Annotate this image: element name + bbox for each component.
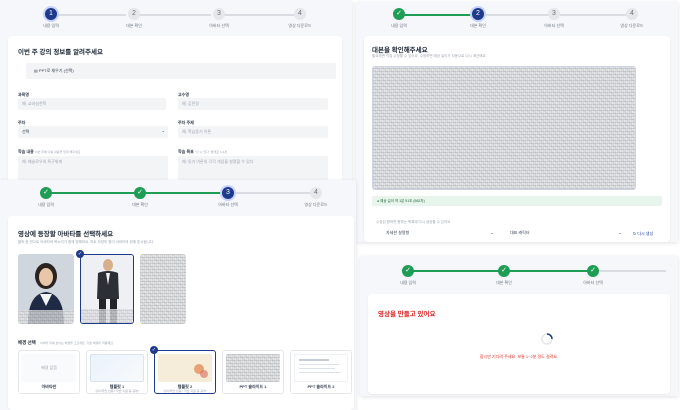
step-4: 4 영상 다운로드 — [288, 8, 312, 28]
chevron-down-icon: ⌄ — [490, 230, 494, 235]
chevron-down-icon: ⌄ — [161, 128, 165, 133]
step-3: ✓ 아바타 선택 — [583, 265, 603, 285]
stepper: ✓ 내용 입력 2 대본 확인 3 아바타 선택 4 영상 다운로드 — [356, 2, 678, 30]
step-2: 2 대본 확인 — [126, 8, 142, 28]
step-4: 4 영상 다운로드 — [304, 187, 328, 207]
avatar-card: 영상에 등장할 아바타를 선택하세요 클릭 한 번으로 아바타와 목소리가 함께… — [8, 216, 354, 410]
step-2: ✓ 대본 확인 — [496, 265, 512, 285]
avatar-panel: ✓ 내용 입력 ✓ 대본 확인 3 아바타 선택 4 영상 다운로드 영상에 등장할 아… — [0, 180, 356, 410]
script-textarea[interactable] — [372, 66, 636, 190]
ppt-slide-1-thumb — [226, 354, 280, 382]
step-3: 3 아바타 선택 — [218, 187, 238, 207]
avatar-option-1[interactable] — [18, 254, 74, 324]
stepper: ✓ 내용 입력 ✓ 대본 확인 ✓ 아바타 선택 — [360, 256, 678, 290]
step-2: 2 대본 확인 — [470, 8, 486, 28]
content-hint: 이번 주에 다룰 내용을 입력 해주세요 — [34, 150, 81, 154]
goal-label: 학습 목표 "할 수 있다" 형태로 1-3개 — [178, 149, 227, 154]
info-icon: ● — [377, 199, 380, 203]
goal-hint: "할 수 있다" 형태로 1-3개 — [194, 150, 227, 154]
bg-option-ppt-2[interactable]: PPT 슬라이드 2 — [290, 350, 352, 394]
stepper: ✓ 내용 입력 ✓ 대본 확인 3 아바타 선택 4 영상 다운로드 — [0, 180, 356, 212]
step-2: ✓ 대본 확인 — [132, 187, 148, 207]
instructor-input[interactable]: 예: 김민정 — [178, 98, 328, 110]
regenerate-button[interactable]: ↻ 다시 생성 — [626, 229, 660, 239]
progress-title: 영상을 만들고 있어요 — [378, 311, 436, 318]
bg-option-template-2[interactable]: 템플릿 2 강의/학습 반응 / 학습 지원 중 공부/ — [154, 350, 216, 394]
step-3: 3 아바타 선택 — [544, 8, 564, 28]
bg-hint: 아바타 뒤에 보이는 배경을 고르세요. 기본 배경이 적용돼요 — [40, 341, 113, 345]
avatar-option-3[interactable] — [140, 254, 186, 324]
template-1-thumb — [90, 354, 144, 382]
bg-option-none[interactable]: 배경 없음 아바타만 — [18, 350, 80, 394]
script-title: 대본을 확인해주세요 — [372, 47, 428, 54]
loading-spinner-icon — [541, 333, 553, 345]
avatar-subtitle: 클릭 한 번으로 아바타와 목소리가 함께 정해져요. 하트 모양의 찜이 아바… — [18, 240, 154, 244]
selected-check-icon: ✓ — [150, 346, 158, 354]
bg-option-ppt-1[interactable]: PPT 슬라이드 1 — [222, 350, 284, 394]
template-2-thumb — [158, 354, 212, 382]
avatar-option-2[interactable] — [80, 254, 134, 324]
content-form-card: 이번 주 강의 정보를 알려주세요 ▤ PPT로 채우기 (선택) 과목명 예:… — [8, 36, 342, 190]
avatar-title: 영상에 등장할 아바타를 선택하세요 — [18, 231, 114, 238]
selected-check-icon: ✓ — [76, 250, 84, 258]
step-1: ✓ 내용 입력 — [400, 265, 416, 285]
refresh-icon: ↻ — [632, 231, 637, 236]
stepper: 1 내용 입력 2 대본 확인 3 아바타 선택 4 영상 다운로드 — [0, 0, 352, 34]
character-select[interactable]: 대표 캐릭터 ⌄ — [510, 230, 624, 240]
goal-textarea[interactable]: 예: 동기 이론의 각각 개념을 설명할 수 있다 — [178, 156, 328, 180]
content-label: 학습 내용 이번 주에 다룰 내용을 입력 해주세요 — [18, 149, 81, 154]
content-input-panel: 1 내용 입력 2 대본 확인 3 아바타 선택 4 영상 다운로드 이번 주 강의 정… — [0, 0, 352, 190]
content-textarea[interactable]: 예: 매슬로우의 욕구위계 — [18, 156, 168, 180]
script-panel: ✓ 내용 입력 2 대본 확인 3 아바타 선택 4 영상 다운로드 대본을 확인해주세… — [356, 2, 678, 242]
step-4: 4 영상 다운로드 — [620, 8, 644, 28]
step-1: 1 내용 입력 — [43, 8, 59, 28]
script-card: 대본을 확인해주세요 필요하면 직접 수정할 수 있어요. 수정하면 예상 길이… — [364, 36, 670, 242]
ppt-fill-button[interactable]: ▤ PPT로 채우기 (선택) — [26, 63, 336, 79]
step-3: 3 아바타 선택 — [209, 8, 229, 28]
length-status: ● 예상 길이 약 1분 51초 (562자) — [372, 196, 662, 206]
tone-select[interactable]: 자세한 설명형 ⌄ — [386, 230, 496, 240]
progress-message: 잠시만 기다려 주세요. 보통 1~2분 정도 걸려요. — [479, 354, 559, 359]
regen-hint: 수정된 원하면 원하는 목록에 다시 생성할 수 있어요 — [376, 220, 451, 224]
step-1: ✓ 내용 입력 — [391, 8, 407, 28]
subject-input[interactable]: 예: 교과실천학 — [18, 98, 166, 110]
ppt-slide-2-thumb — [294, 354, 348, 382]
script-subtitle: 필요하면 직접 수정할 수 있어요. 수정하면 예상 길이가 자동으로 다시 계… — [372, 54, 486, 58]
file-icon: ▤ — [34, 68, 38, 73]
week-select[interactable]: 선택 ⌄ — [18, 126, 168, 138]
form-title: 이번 주 강의 정보를 알려주세요 — [18, 49, 103, 56]
progress-card: 영상을 만들고 있어요 잠시만 기다려 주세요. 보통 1~2분 정도 걸려요. — [368, 294, 670, 394]
chevron-down-icon: ⌄ — [618, 230, 622, 235]
topic-input[interactable]: 예: 학습동기 이론 — [178, 126, 328, 138]
step-1: ✓ 내용 입력 — [38, 187, 54, 207]
bg-option-template-1[interactable]: 템플릿 1 강의/학습 반응 / 학습 지원 중 공부/ — [86, 350, 148, 394]
progress-panel: ✓ 내용 입력 ✓ 대본 확인 ✓ 아바타 선택 영상을 만들고 있어요 잠시만 기다… — [360, 256, 678, 396]
bg-section-title: 배경 선택 아바타 뒤에 보이는 배경을 고르세요. 기본 배경이 적용돼요 — [18, 340, 113, 345]
